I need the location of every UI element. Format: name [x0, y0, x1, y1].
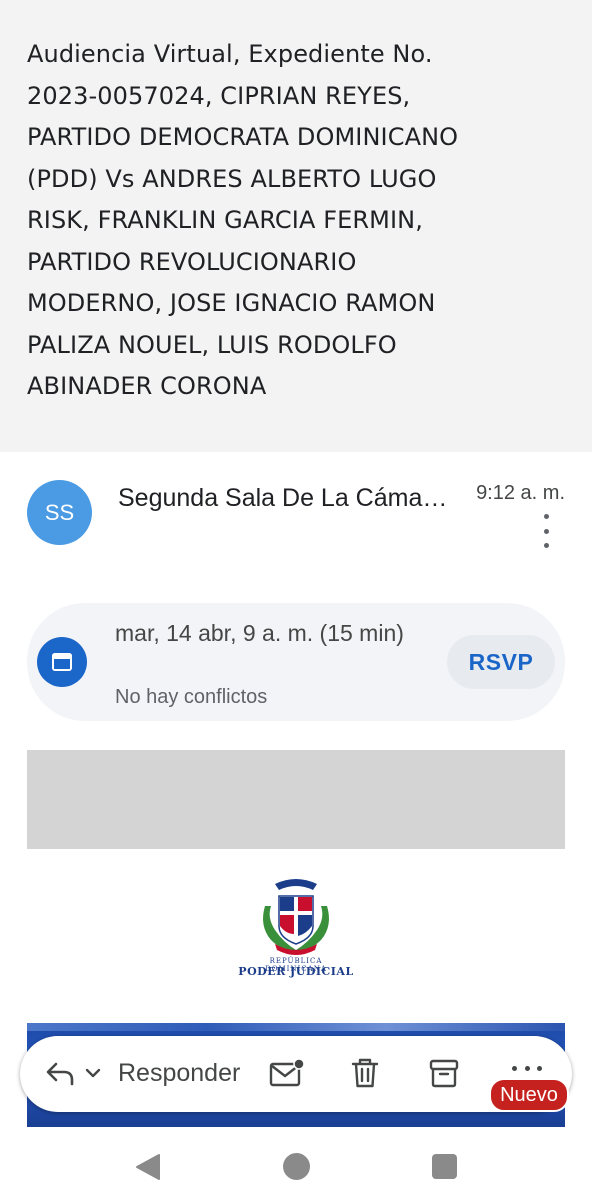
more-vert-icon[interactable] [532, 514, 560, 548]
logo-title: PODER JUDICIAL [238, 965, 354, 978]
event-time: mar, 14 abr, 9 a. m. (15 min) [115, 620, 404, 646]
coat-of-arms-logo [253, 876, 339, 956]
rsvp-button[interactable]: RSVP [447, 635, 555, 689]
subject-header: Audiencia Virtual, Expediente No. 2023-0… [0, 0, 592, 452]
back-icon[interactable] [135, 1153, 161, 1186]
archive-icon[interactable] [428, 1057, 460, 1094]
home-icon[interactable] [283, 1153, 310, 1180]
more-horizontal-icon[interactable] [512, 1066, 542, 1072]
action-toolbar: Responder Nuevo [20, 1036, 572, 1112]
calendar-icon [37, 637, 87, 687]
mark-unread-icon[interactable] [269, 1058, 305, 1093]
reply-icon[interactable] [44, 1060, 76, 1093]
sender-time: 9:12 a. m. [476, 482, 565, 504]
image-placeholder [27, 750, 565, 849]
sender-row[interactable]: SS Segunda Sala De La Cámara Penal 9:12 … [0, 470, 592, 560]
new-badge: Nuevo [489, 1078, 569, 1112]
chevron-down-icon[interactable] [84, 1066, 102, 1084]
banner-edge [27, 1023, 565, 1031]
event-conflicts: No hay conflictos [115, 686, 268, 708]
event-card[interactable]: mar, 14 abr, 9 a. m. (15 min) No hay con… [27, 603, 565, 721]
sender-name[interactable]: Segunda Sala De La Cámara Penal [118, 484, 448, 513]
avatar[interactable]: SS [27, 480, 92, 545]
email-subject: Audiencia Virtual, Expediente No. 2023-0… [27, 40, 459, 400]
system-nav-bar [0, 1127, 592, 1200]
reply-button[interactable]: Responder [118, 1059, 240, 1088]
trash-icon[interactable] [348, 1056, 382, 1095]
recents-icon[interactable] [432, 1154, 457, 1179]
